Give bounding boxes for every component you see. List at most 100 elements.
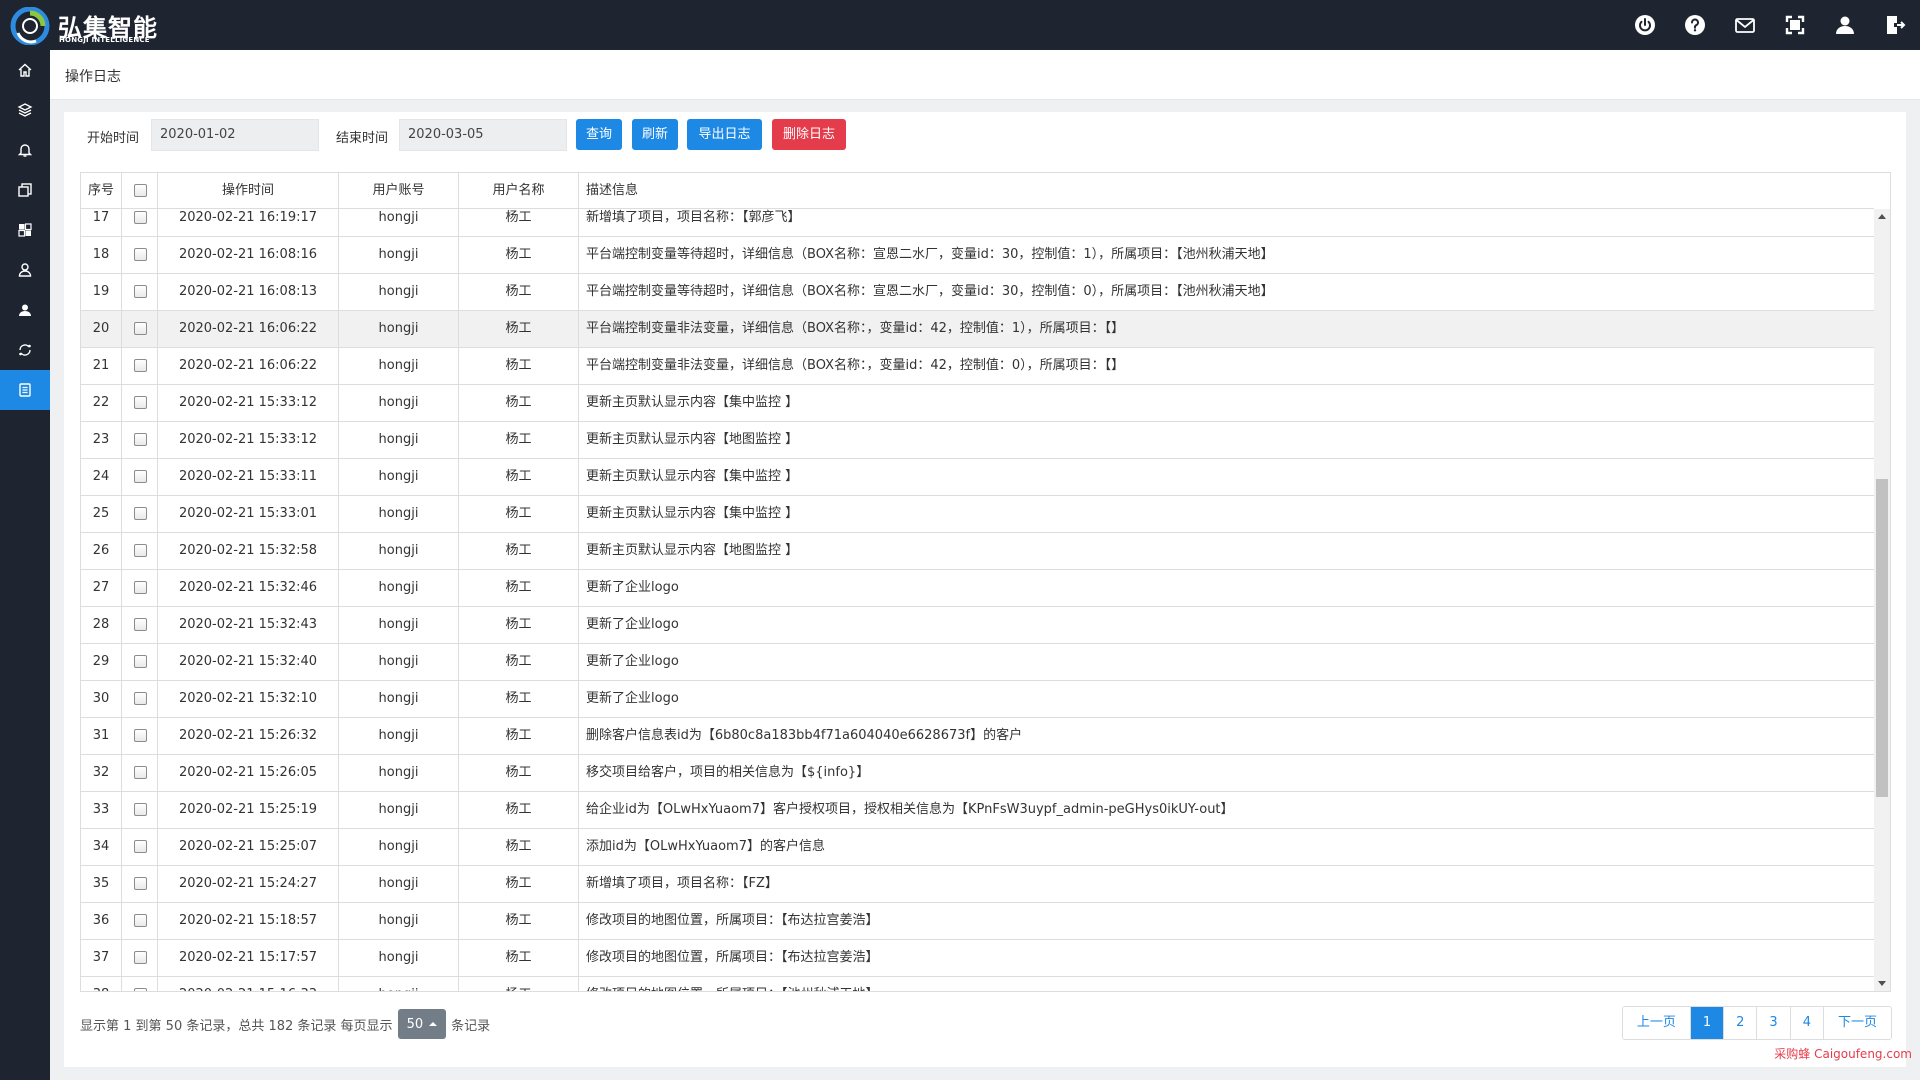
refresh-button[interactable]: 刷新 [632,119,678,150]
page-3-button[interactable]: 3 [1757,1007,1791,1039]
row-checkbox[interactable] [134,433,147,446]
export-log-button[interactable]: 导出日志 [687,119,762,150]
scroll-up-arrow-icon[interactable] [1878,214,1886,219]
end-time-label: 结束时间 [336,131,389,146]
cell-account: hongji [339,533,459,569]
row-checkbox[interactable] [134,359,147,372]
row-checkbox[interactable] [134,951,147,964]
sidebar-item-alarm[interactable] [0,130,50,170]
table-row[interactable]: 35 2020-02-21 15:24:27 hongji 杨工 新增填了项目，项目名称… [81,866,1874,903]
cell-select [122,866,158,902]
cell-no: 36 [81,903,122,939]
table-row[interactable]: 31 2020-02-21 15:26:32 hongji 杨工 删除客户信息表id为【… [81,718,1874,755]
page-2-button[interactable]: 2 [1724,1007,1758,1039]
table-row[interactable]: 38 2020-02-21 15:16:33hongji杨工修改项目的地图位置，所… [81,977,1874,991]
table-row[interactable]: 18 2020-02-21 16:08:16 hongji 杨工 平台端控制变量等待超时… [81,237,1874,274]
delete-log-button[interactable]: 删除日志 [772,119,846,150]
end-time-input[interactable]: 2020-03-05 [399,119,567,151]
table-row[interactable]: 25 2020-02-21 15:33:01 hongji 杨工 更新主页默认显示内容【… [81,496,1874,533]
row-checkbox[interactable] [134,544,147,557]
sidebar-item-user[interactable] [0,250,50,290]
table-body: 17 2020-02-21 16:19:17 hongji 杨工 新增填了项目，项目名称… [81,209,1874,991]
select-all-checkbox[interactable] [134,184,147,197]
row-checkbox[interactable] [134,840,147,853]
brand-logo[interactable]: 弘集智能 HONGJI INTELLIGENCE [10,6,160,46]
table-row[interactable]: 17 2020-02-21 16:19:17 hongji 杨工 新增填了项目，项目名称… [81,209,1874,237]
page-size-dropdown[interactable]: 50 [397,1009,447,1039]
table-row[interactable]: 26 2020-02-21 15:32:58 hongji 杨工 更新主页默认显示内容【… [81,533,1874,570]
cell-account: hongji [339,718,459,754]
row-checkbox[interactable] [134,211,147,224]
row-checkbox[interactable] [134,285,147,298]
table-row[interactable]: 27 2020-02-21 15:32:46 hongji 杨工 更新了企业logo [81,570,1874,607]
sidebar-item-group[interactable] [0,290,50,330]
row-checkbox[interactable] [134,729,147,742]
table-row[interactable]: 30 2020-02-21 15:32:10 hongji 杨工 更新了企业logo [81,681,1874,718]
sidebar-item-layers[interactable] [0,90,50,130]
sidebar-item-dashboard[interactable] [0,210,50,250]
row-checkbox[interactable] [134,618,147,631]
table-row[interactable]: 22 2020-02-21 15:33:12 hongji 杨工 更新主页默认显示内容【… [81,385,1874,422]
scroll-thumb[interactable] [1876,479,1888,797]
cell-select [122,829,158,865]
row-checkbox[interactable] [134,766,147,779]
row-checkbox[interactable] [134,581,147,594]
scroll-down-arrow-icon[interactable] [1878,981,1886,986]
row-checkbox[interactable] [134,877,147,890]
cell-account: hongji [339,755,459,791]
row-checkbox[interactable] [134,914,147,927]
row-checkbox[interactable] [134,248,147,261]
page-4-button[interactable]: 4 [1790,1007,1824,1039]
logout-icon[interactable] [1870,0,1920,50]
records-info-text: 显示第 1 到第 50 条记录，总共 182 条记录 每页显示 [80,1018,393,1034]
table-row[interactable]: 32 2020-02-21 15:26:05 hongji 杨工 移交项目给客户，项目的… [81,755,1874,792]
sidebar-item-log[interactable] [0,370,50,410]
sidebar-item-sync[interactable] [0,330,50,370]
row-checkbox[interactable] [134,803,147,816]
next-page-button[interactable]: 下一页 [1823,1007,1891,1039]
group-icon [19,304,31,316]
prev-page-button[interactable]: 上一页 [1622,1007,1691,1039]
cell-description: 更新主页默认显示内容【集中监控 】 [586,469,799,484]
cell-select [122,311,158,347]
row-checkbox[interactable] [134,396,147,409]
page-1-button[interactable]: 1 [1690,1007,1725,1039]
cell-description: 更新了企业logo [586,580,679,595]
table-row[interactable]: 19 2020-02-21 16:08:13 hongji 杨工 平台端控制变量等待超时… [81,274,1874,311]
help-icon[interactable] [1670,0,1720,50]
table-row[interactable]: 29 2020-02-21 15:32:40 hongji 杨工 更新了企业logo [81,644,1874,681]
cell-time: 2020-02-21 16:08:13 [158,274,339,310]
cell-username: 杨工 [459,496,579,532]
query-button[interactable]: 查询 [576,119,622,150]
row-checkbox[interactable] [134,322,147,335]
row-checkbox[interactable] [134,507,147,520]
cell-description: 平台端控制变量非法变量，详细信息（BOX名称：，变量id：42，控制值：1），所… [586,321,1125,336]
start-time-input[interactable]: 2020-01-02 [151,119,319,151]
mail-icon[interactable] [1720,0,1770,50]
cell-select [122,718,158,754]
refresh-icon [19,344,31,356]
row-checkbox[interactable] [134,988,147,991]
power-icon[interactable] [1620,0,1670,50]
cell-no: 26 [81,533,122,569]
table-row[interactable]: 33 2020-02-21 15:25:19 hongji 杨工 给企业id为【OLwH… [81,792,1874,829]
table-row[interactable]: 36 2020-02-21 15:18:57 hongji 杨工 修改项目的地图位置，所… [81,903,1874,940]
table-row[interactable]: 21 2020-02-21 16:06:22 hongji 杨工 平台端控制变量非法变量… [81,348,1874,385]
table-row[interactable]: 23 2020-02-21 15:33:12 hongji 杨工 更新主页默认显示内容【… [81,422,1874,459]
table-row[interactable]: 24 2020-02-21 15:33:11 hongji 杨工 更新主页默认显示内容【… [81,459,1874,496]
fullscreen-icon[interactable] [1770,0,1820,50]
header-select-all[interactable] [122,173,158,209]
table-row[interactable]: 28 2020-02-21 15:32:43 hongji 杨工 更新了企业logo [81,607,1874,644]
row-checkbox[interactable] [134,655,147,668]
user-icon[interactable] [1820,0,1870,50]
cell-description: 平台端控制变量非法变量，详细信息（BOX名称：，变量id：42，控制值：0），所… [586,358,1125,373]
table-scrollbar[interactable] [1874,209,1890,991]
table-row[interactable]: 34 2020-02-21 15:25:07 hongji 杨工 添加id为【OLwHx… [81,829,1874,866]
sidebar-item-copy[interactable] [0,170,50,210]
table-row[interactable]: 37 2020-02-21 15:17:57 hongji 杨工 修改项目的地图位置，所… [81,940,1874,977]
cell-time: 2020-02-21 15:33:12 [158,422,339,458]
sidebar-item-home[interactable] [0,50,50,90]
row-checkbox[interactable] [134,470,147,483]
table-row[interactable]: 20 2020-02-21 16:06:22 hongji 杨工 平台端控制变量非法变量… [81,311,1874,348]
row-checkbox[interactable] [134,692,147,705]
